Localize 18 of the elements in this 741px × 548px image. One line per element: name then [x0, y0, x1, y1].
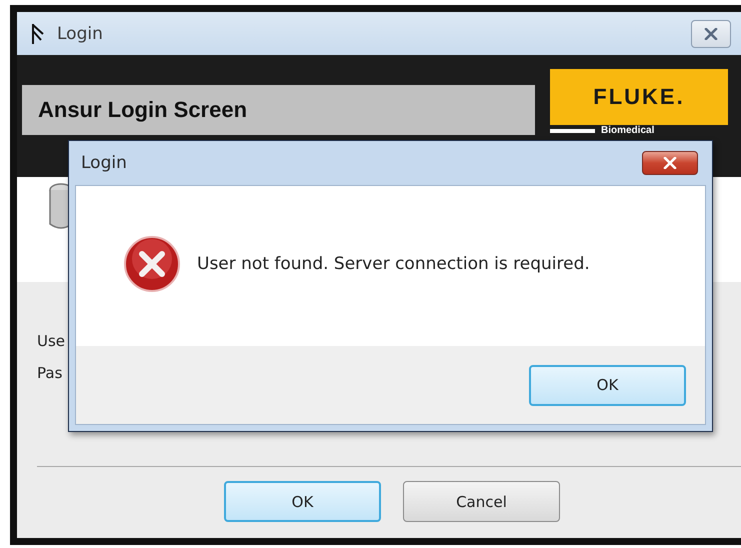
screen-title: Ansur Login Screen	[38, 97, 248, 123]
dialog-title: Login	[81, 153, 127, 173]
field-label: Use	[37, 332, 66, 352]
close-icon	[704, 28, 718, 40]
cancel-button[interactable]: Cancel	[403, 481, 560, 522]
error-message: User not found. Server connection is required.	[197, 254, 590, 274]
close-icon	[663, 157, 677, 169]
dialog-close-button[interactable]	[642, 151, 698, 175]
logo-bar	[550, 129, 595, 133]
window-title: Login	[57, 24, 104, 44]
logo-text: FLUKE.	[593, 84, 685, 110]
close-button[interactable]	[691, 20, 731, 48]
error-icon	[123, 234, 181, 292]
ok-button[interactable]: OK	[529, 364, 686, 406]
app-icon	[31, 22, 45, 44]
field-label: Pas	[37, 364, 62, 384]
ok-button[interactable]: OK	[224, 481, 381, 522]
logo-subtitle: Biomedical	[601, 126, 654, 136]
